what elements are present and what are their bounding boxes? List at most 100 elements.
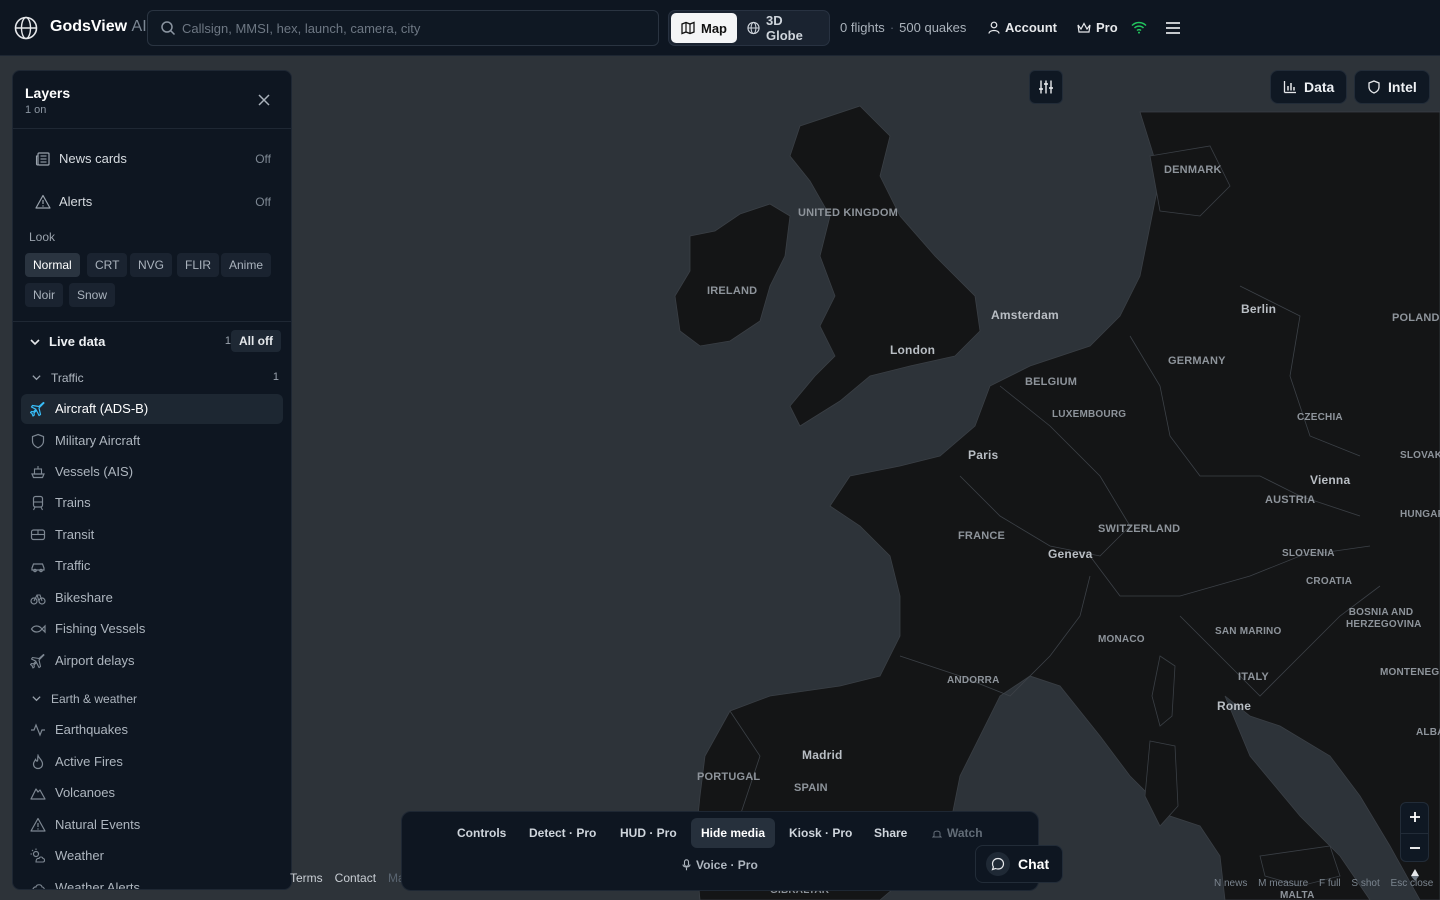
map-city-geneva: Geneva: [1048, 547, 1093, 561]
layer-airport-delays[interactable]: Airport delays: [21, 646, 283, 676]
data-button[interactable]: Data: [1270, 70, 1348, 104]
layer-transit[interactable]: Transit: [21, 520, 283, 550]
map-label-belgium: BELGIUM: [1025, 376, 1078, 388]
share-button[interactable]: Share: [864, 818, 917, 848]
layer-volcanoes[interactable]: Volcanoes: [21, 778, 283, 808]
watch-button[interactable]: Watch: [922, 818, 993, 848]
chevron-down-icon: [32, 696, 41, 702]
layer-volcanoes-label: Volcanoes: [55, 785, 115, 800]
live-data-title: Live data: [49, 334, 106, 349]
traffic-group-title: Traffic: [51, 371, 84, 385]
map-label-france: FRANCE: [958, 530, 1006, 542]
layer-natural-events[interactable]: Natural Events: [21, 810, 283, 840]
layer-weather-alerts-label: Weather Alerts: [55, 880, 141, 890]
map-view-button[interactable]: Map: [671, 13, 737, 43]
layer-fishing-label: Fishing Vessels: [55, 621, 146, 636]
layers-header: Layers 1 on: [13, 71, 291, 129]
map-label-andorra: ANDORRA: [947, 675, 1000, 686]
watch-label: Watch: [947, 826, 983, 840]
layer-fishing-vessels[interactable]: Fishing Vessels: [21, 614, 283, 644]
microphone-icon: [682, 859, 691, 871]
alerts-label: Alerts: [59, 194, 93, 209]
layer-active-fires[interactable]: Active Fires: [21, 747, 283, 777]
kiosk-pro-button[interactable]: Kiosk · Pro: [779, 818, 862, 848]
minus-icon: [1409, 846, 1420, 849]
look-noir-chip[interactable]: Noir: [25, 283, 64, 307]
look-crt-chip[interactable]: CRT: [87, 253, 128, 277]
look-normal-chip[interactable]: Normal: [25, 253, 80, 277]
map-city-london: London: [890, 343, 936, 357]
map-settings-button[interactable]: [1029, 70, 1063, 104]
globe-logo-icon[interactable]: [14, 16, 38, 40]
wifi-icon: [1131, 21, 1147, 34]
search-box[interactable]: [147, 10, 659, 46]
map-view-label: Map: [701, 20, 727, 36]
hud-pro-button[interactable]: HUD · Pro: [610, 818, 687, 848]
alerts-toggle[interactable]: Alerts Off: [25, 185, 279, 219]
layer-natural-events-label: Natural Events: [55, 817, 141, 832]
plus-icon: [1409, 812, 1420, 822]
hint-news: N news: [1214, 878, 1248, 889]
plane-delay-icon: [30, 653, 45, 669]
layer-traffic[interactable]: Traffic: [21, 551, 283, 581]
contact-link[interactable]: Contact: [335, 871, 376, 885]
map-label-portugal: PORTUGAL: [697, 771, 761, 783]
layer-bikeshare[interactable]: Bikeshare: [21, 583, 283, 613]
map-city-madrid: Madrid: [802, 748, 843, 762]
chat-bubble-icon: [986, 852, 1010, 876]
globe-view-button[interactable]: 3D Globe: [737, 13, 829, 43]
look-flir-chip[interactable]: FLIR: [177, 253, 220, 277]
hide-media-button[interactable]: Hide media: [691, 818, 776, 848]
alerts-state: Off: [255, 195, 271, 209]
newspaper-icon: [35, 152, 50, 166]
live-data-header[interactable]: Live data 1 All off: [25, 329, 281, 355]
app-brand[interactable]: GodsView AI: [50, 18, 147, 36]
layer-weather[interactable]: Weather: [21, 841, 283, 871]
zoom-out-button[interactable]: [1401, 833, 1428, 861]
detect-pro-button[interactable]: Detect · Pro: [519, 818, 606, 848]
layer-bikeshare-label: Bikeshare: [55, 590, 113, 605]
map-label-poland: POLAND: [1392, 312, 1440, 324]
menu-icon[interactable]: [1165, 21, 1181, 35]
traffic-group-header[interactable]: Traffic 1: [25, 367, 281, 389]
layer-transit-label: Transit: [55, 527, 95, 542]
map-label-spain: SPAIN: [794, 782, 828, 794]
controls-button[interactable]: Controls: [447, 818, 516, 848]
look-nvg-chip[interactable]: NVG: [130, 253, 173, 277]
look-anime-chip[interactable]: Anime: [221, 253, 272, 277]
all-off-button[interactable]: All off: [231, 330, 281, 352]
map-city-amsterdam: Amsterdam: [991, 308, 1059, 322]
crown-icon: [1077, 21, 1091, 33]
layer-trains[interactable]: Trains: [21, 488, 283, 518]
layer-vessels[interactable]: Vessels (AIS): [21, 457, 283, 487]
search-input[interactable]: [182, 11, 642, 45]
layer-weather-alerts[interactable]: Weather Alerts: [21, 873, 283, 890]
bottom-toolbar: Controls Detect · Pro HUD · Pro Hide med…: [401, 811, 1039, 891]
voice-pro-button[interactable]: Voice · Pro: [682, 858, 758, 872]
mountain-icon: [30, 788, 46, 800]
layer-aircraft[interactable]: Aircraft (ADS-B): [21, 394, 283, 424]
terms-link[interactable]: Terms: [290, 871, 323, 885]
intel-button[interactable]: Intel: [1354, 70, 1430, 104]
earth-weather-group-header[interactable]: Earth & weather: [25, 688, 281, 710]
map-label-slovakia: SLOVAKIA: [1400, 450, 1440, 461]
account-link[interactable]: Account: [988, 20, 1057, 35]
pro-link[interactable]: Pro: [1077, 20, 1118, 35]
map-label-bosnia: BOSNIA AND HERZEGOVINA: [1346, 607, 1422, 630]
map-label-uk: UNITED KINGDOM: [798, 207, 898, 219]
plane-icon: [30, 401, 45, 417]
layer-military-aircraft[interactable]: Military Aircraft: [21, 426, 283, 456]
layer-earthquakes[interactable]: Earthquakes: [21, 715, 283, 745]
car-icon: [31, 563, 45, 573]
layer-active-fires-label: Active Fires: [55, 754, 123, 769]
zoom-in-button[interactable]: [1401, 803, 1428, 831]
bar-chart-icon: [1283, 81, 1296, 94]
news-cards-toggle[interactable]: News cards Off: [25, 142, 279, 176]
chat-button[interactable]: Chat: [975, 845, 1063, 883]
close-icon[interactable]: [257, 93, 271, 107]
look-snow-chip[interactable]: Snow: [69, 283, 116, 307]
map-label-germany: GERMANY: [1168, 355, 1226, 367]
intel-button-label: Intel: [1388, 79, 1417, 95]
layer-earthquakes-label: Earthquakes: [55, 722, 128, 737]
hint-close: Esc close: [1390, 878, 1434, 889]
